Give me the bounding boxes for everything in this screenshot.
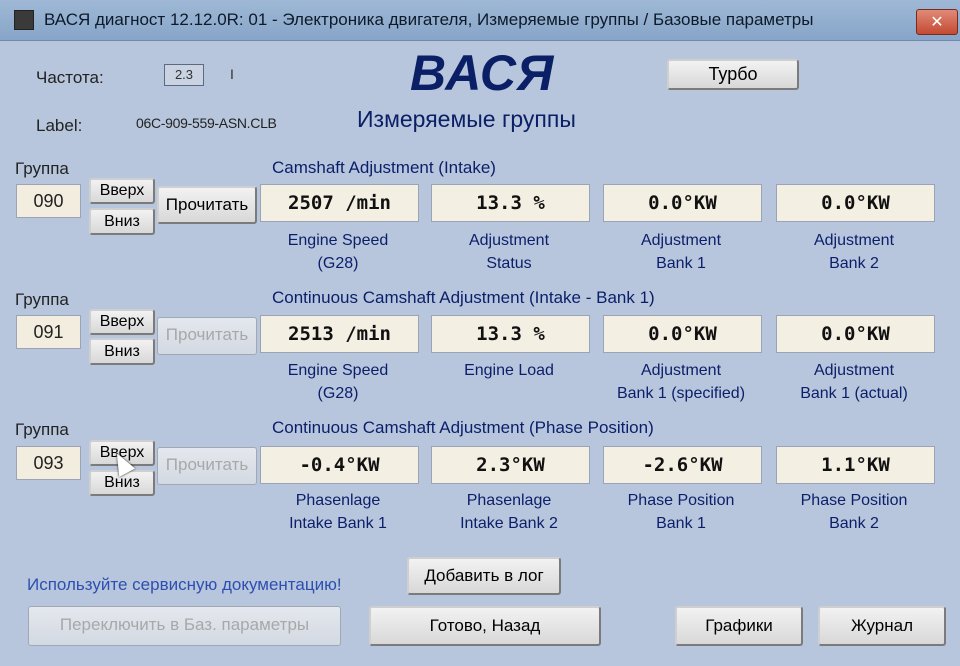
value-label: Engine Load <box>464 362 554 379</box>
measured-value: 2.3°KW <box>431 446 590 484</box>
group-label: Группа <box>15 290 69 309</box>
value-label: Engine Speed (G28) <box>287 232 389 272</box>
group-read-button[interactable]: Прочитать <box>157 447 257 485</box>
group-up-button[interactable]: Вверх <box>89 178 155 204</box>
group-down-button[interactable]: Вниз <box>89 338 155 365</box>
group-description: Camshaft Adjustment (Intake) <box>272 158 496 177</box>
app-icon <box>14 10 34 30</box>
group-number-field[interactable]: 091 <box>16 315 81 349</box>
title-bar[interactable]: ВАСЯ диагност 12.12.0R: 01 - Электроника… <box>0 0 960 41</box>
service-doc-hint: Используйте сервисную документацию! <box>27 575 342 594</box>
done-back-button[interactable]: Готово, Назад <box>369 606 601 646</box>
group-number-field[interactable]: 093 <box>16 446 81 480</box>
value-label: Adjustment Bank 2 <box>813 232 895 272</box>
value-label: Phasenlage Intake Bank 1 <box>289 492 387 532</box>
measured-value: 2507 /min <box>260 184 419 222</box>
group-read-button[interactable]: Прочитать <box>157 186 257 224</box>
group-read-button[interactable]: Прочитать <box>157 317 257 355</box>
page-title: Измеряемые группы <box>357 106 576 132</box>
switch-basic-settings-button[interactable]: Переключить в Баз. параметры <box>28 606 341 646</box>
group-label: Группа <box>15 420 69 439</box>
app-window: ВАСЯ диагност 12.12.0R: 01 - Электроника… <box>0 0 960 666</box>
value-label: Adjustment Bank 1 (actual) <box>800 362 908 402</box>
measured-value: -2.6°KW <box>603 446 762 484</box>
frequency-value: 2.3 <box>164 64 204 86</box>
value-label: Phase Position Bank 2 <box>800 492 908 532</box>
label-file-value: 06C-909-559-ASN.CLB <box>136 115 277 131</box>
group-up-button[interactable]: Вверх <box>89 309 155 335</box>
group-down-button[interactable]: Вниз <box>89 208 155 235</box>
measured-value: 0.0°KW <box>776 315 935 353</box>
close-icon: ✕ <box>930 12 944 31</box>
value-label: Adjustment Bank 1 (specified) <box>616 362 746 402</box>
measured-value: 13.3 % <box>431 184 590 222</box>
measured-value: 1.1°KW <box>776 446 935 484</box>
value-label: Adjustment Bank 1 <box>640 232 722 272</box>
frequency-label: Частота: <box>36 68 104 87</box>
graphs-button[interactable]: Графики <box>675 606 803 646</box>
value-label: Phase Position Bank 1 <box>627 492 735 532</box>
close-button[interactable]: ✕ <box>916 9 958 35</box>
measured-value: 13.3 % <box>431 315 590 353</box>
group-description: Continuous Camshaft Adjustment (Intake -… <box>272 288 655 307</box>
group-number-field[interactable]: 090 <box>16 184 81 218</box>
value-label: Engine Speed (G28) <box>287 362 389 402</box>
journal-button[interactable]: Журнал <box>818 606 946 646</box>
turbo-button[interactable]: Турбо <box>667 59 799 90</box>
measured-value: -0.4°KW <box>260 446 419 484</box>
measured-value: 0.0°KW <box>603 315 762 353</box>
measured-value: 0.0°KW <box>776 184 935 222</box>
app-logo: ВАСЯ <box>410 45 555 101</box>
measured-value: 0.0°KW <box>603 184 762 222</box>
add-to-log-button[interactable]: Добавить в лог <box>407 557 561 595</box>
value-label: Adjustment Status <box>468 232 550 272</box>
group-description: Continuous Camshaft Adjustment (Phase Po… <box>272 418 654 437</box>
label-caption: Label: <box>36 116 83 135</box>
window-title: ВАСЯ диагност 12.12.0R: 01 - Электроника… <box>44 10 814 29</box>
group-label: Группа <box>15 159 69 178</box>
measured-value: 2513 /min <box>260 315 419 353</box>
value-label: Phasenlage Intake Bank 2 <box>460 492 558 532</box>
frequency-tick: I <box>230 66 234 82</box>
